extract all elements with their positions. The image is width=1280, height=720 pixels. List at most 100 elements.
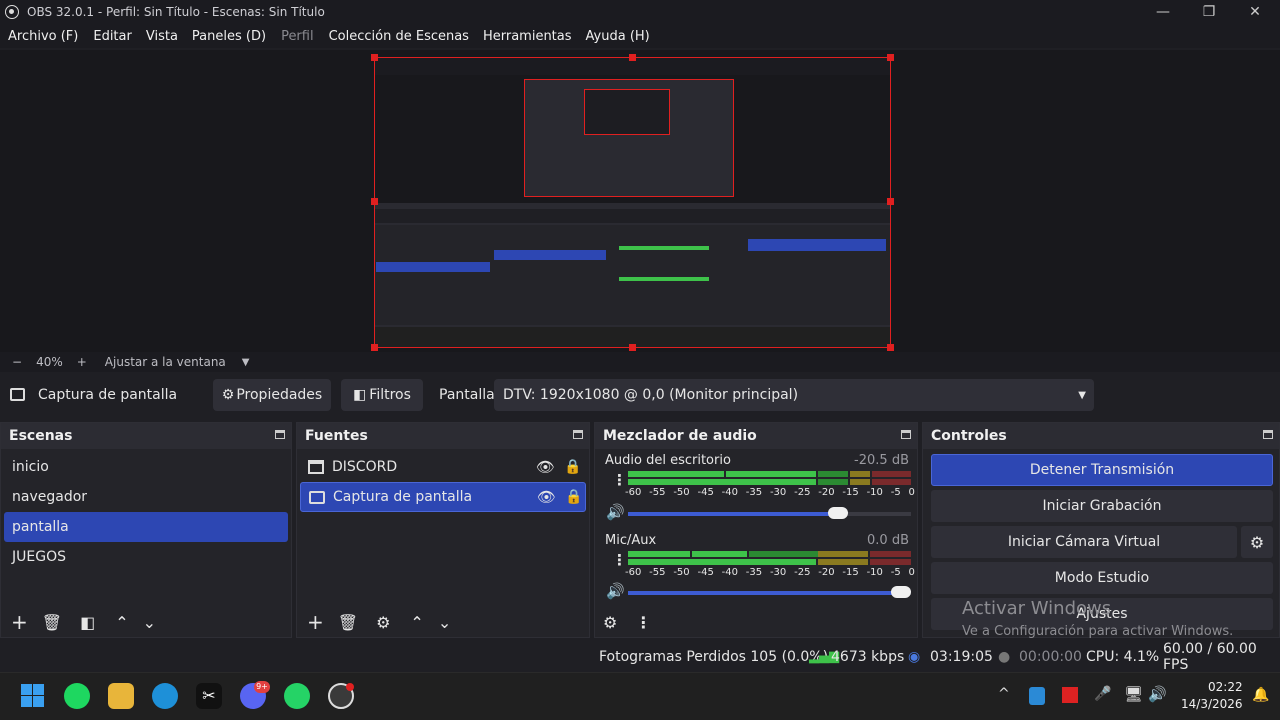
broadcast-icon: ◉: [908, 649, 921, 665]
volume-slider[interactable]: [628, 586, 911, 598]
network-icon[interactable]: 🖥: [1124, 685, 1143, 703]
virtual-camera-settings-gear-icon[interactable]: ⚙: [1241, 526, 1273, 558]
start-recording-button[interactable]: Iniciar Grabación: [931, 490, 1273, 522]
scene-item-selected[interactable]: pantalla: [4, 512, 288, 542]
zoom-in-button[interactable]: +: [77, 355, 87, 369]
capcut-icon[interactable]: ✂: [196, 683, 222, 709]
volume-slider[interactable]: [628, 507, 911, 519]
resize-handle[interactable]: [887, 344, 894, 351]
chevron-down-icon[interactable]: ▼: [242, 357, 250, 368]
db-tick: -10: [866, 487, 883, 498]
filter-icon[interactable]: ◧: [80, 613, 95, 632]
menu-vista[interactable]: Vista: [146, 29, 178, 44]
db-tick: -55: [649, 567, 666, 578]
arrow-up-icon[interactable]: ⌃: [410, 613, 423, 632]
undock-icon[interactable]: [275, 430, 285, 439]
resize-handle[interactable]: [887, 198, 894, 205]
resize-handle[interactable]: [371, 198, 378, 205]
scene-item[interactable]: inicio: [4, 452, 288, 482]
trash-icon[interactable]: 🗑: [338, 613, 358, 632]
menu-editar[interactable]: Editar: [93, 29, 132, 44]
volume-handle[interactable]: [891, 586, 911, 598]
sources-dock: Fuentes DISCORD 👁 🔒 Captura de pantalla …: [296, 422, 590, 638]
show-hidden-icons-chevron-icon[interactable]: ^: [998, 686, 1010, 702]
scene-item[interactable]: JUEGOS: [4, 542, 288, 572]
source-name: DISCORD: [332, 459, 398, 475]
menu-coleccion-escenas[interactable]: Colección de Escenas: [329, 29, 469, 44]
undock-icon[interactable]: [573, 430, 583, 439]
stop-streaming-button[interactable]: Detener Transmisión: [931, 454, 1273, 486]
clock-time[interactable]: 02:22: [1208, 680, 1243, 694]
db-tick: -40: [721, 487, 738, 498]
audio-mixer-dock: Mezclador de audio Audio del escritorio …: [594, 422, 918, 638]
menu-bar: Archivo (F) Editar Vista Paneles (D) Per…: [0, 24, 1280, 48]
obs-logo-icon: [5, 5, 19, 19]
properties-button[interactable]: ⚙ Propiedades: [213, 379, 331, 411]
clock-date[interactable]: 14/3/2026: [1181, 697, 1243, 711]
db-tick: -25: [794, 567, 811, 578]
source-item[interactable]: DISCORD 👁 🔒: [300, 452, 586, 482]
notification-badge: 9+: [254, 681, 270, 693]
add-icon[interactable]: +: [11, 610, 28, 634]
lock-icon[interactable]: 🔒: [564, 459, 581, 475]
window-icon: [308, 460, 324, 474]
volume-handle[interactable]: [828, 507, 848, 519]
close-button[interactable]: ✕: [1232, 0, 1278, 24]
amd-icon[interactable]: [1062, 687, 1078, 703]
eye-icon[interactable]: 👁: [536, 458, 555, 476]
arrow-down-icon[interactable]: ⌄: [143, 613, 156, 632]
microphone-icon[interactable]: 🎤: [1094, 686, 1111, 702]
menu-ayuda[interactable]: Ayuda (H): [586, 29, 650, 44]
file-explorer-icon[interactable]: [108, 683, 134, 709]
eye-icon[interactable]: 👁: [537, 488, 556, 506]
resize-handle[interactable]: [629, 344, 636, 351]
resize-handle[interactable]: [371, 344, 378, 351]
menu-herramientas[interactable]: Herramientas: [483, 29, 572, 44]
advanced-audio-gear-icon[interactable]: ⚙: [603, 613, 617, 632]
scenes-dock: Escenas inicio navegador pantalla JUEGOS…: [0, 422, 292, 638]
arrow-down-icon[interactable]: ⌄: [438, 613, 451, 632]
speaker-icon[interactable]: 🔊: [606, 503, 625, 521]
scene-item[interactable]: navegador: [4, 482, 288, 512]
windows-start-icon[interactable]: [20, 683, 46, 709]
zoom-out-button[interactable]: −: [12, 355, 22, 369]
defender-icon[interactable]: [1029, 687, 1045, 705]
menu-paneles[interactable]: Paneles (D): [192, 29, 266, 44]
menu-perfil[interactable]: Perfil: [281, 29, 314, 44]
mixer-menu-icon[interactable]: ⋮: [635, 613, 651, 632]
edge-browser-icon[interactable]: [152, 683, 178, 709]
zoom-fit-label[interactable]: Ajustar a la ventana: [105, 355, 226, 369]
spotify-icon[interactable]: [64, 683, 90, 709]
resize-handle[interactable]: [887, 54, 894, 61]
gear-icon[interactable]: ⚙: [376, 613, 390, 632]
db-tick: -50: [673, 487, 690, 498]
arrow-up-icon[interactable]: ⌃: [115, 613, 128, 632]
resize-handle[interactable]: [629, 54, 636, 61]
trash-icon[interactable]: 🗑: [42, 613, 62, 632]
db-tick: 0: [908, 567, 915, 578]
undock-icon[interactable]: [901, 430, 911, 439]
channel-db: -20.5 dB: [854, 453, 909, 468]
start-virtual-camera-button[interactable]: Iniciar Cámara Virtual: [931, 526, 1237, 558]
volume-icon[interactable]: 🔊: [1148, 685, 1167, 703]
source-item-selected[interactable]: Captura de pantalla 👁 🔒: [300, 482, 586, 512]
display-select[interactable]: DTV: 1920x1080 @ 0,0 (Monitor principal)…: [494, 379, 1094, 411]
controls-header: Controles: [923, 423, 1279, 449]
minimize-button[interactable]: —: [1140, 0, 1186, 24]
source-selection-box[interactable]: [374, 57, 891, 348]
whatsapp-icon[interactable]: [284, 683, 310, 709]
filters-button[interactable]: ◧ Filtros: [341, 379, 423, 411]
add-icon[interactable]: +: [307, 610, 324, 634]
scenes-title: Escenas: [9, 428, 73, 444]
notification-bell-icon[interactable]: 🔔: [1252, 687, 1269, 703]
speaker-icon[interactable]: 🔊: [606, 582, 625, 600]
resize-handle[interactable]: [371, 54, 378, 61]
studio-mode-button[interactable]: Modo Estudio: [931, 562, 1273, 594]
undock-icon[interactable]: [1263, 430, 1273, 439]
menu-archivo[interactable]: Archivo (F): [8, 29, 78, 44]
db-tick: -45: [697, 487, 714, 498]
restore-button[interactable]: ❐: [1186, 0, 1232, 24]
db-tick: -5: [890, 567, 901, 578]
db-tick: -25: [794, 487, 811, 498]
lock-icon[interactable]: 🔒: [565, 489, 582, 505]
